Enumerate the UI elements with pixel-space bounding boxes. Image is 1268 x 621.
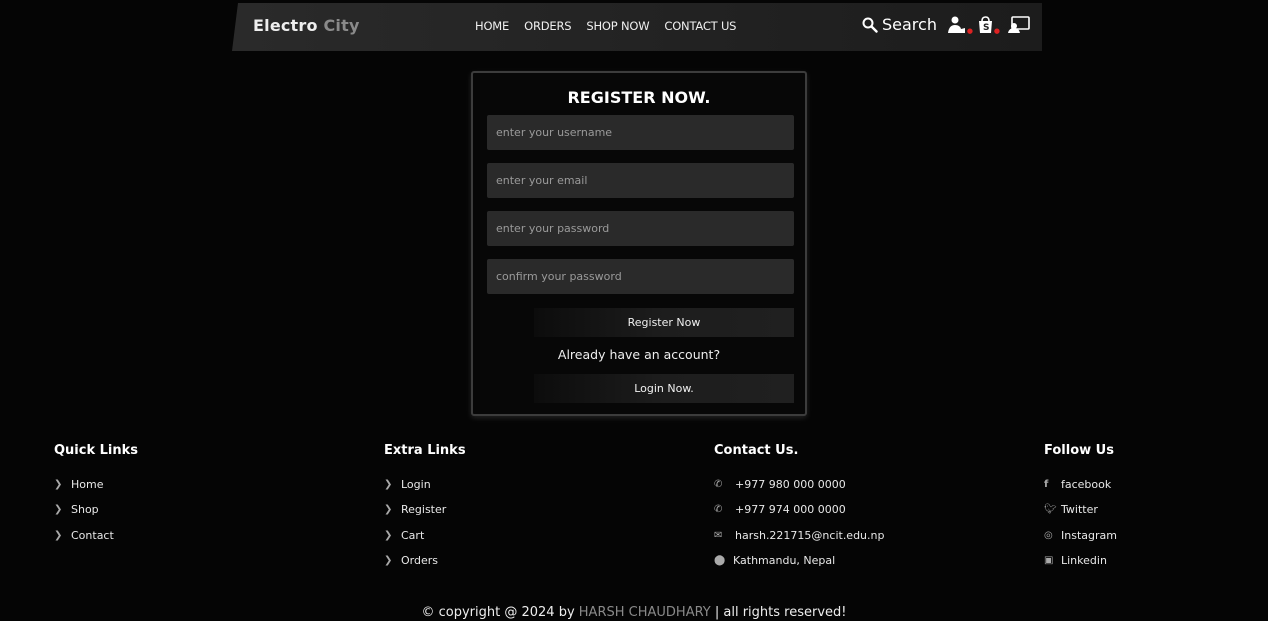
link-label: Cart bbox=[401, 528, 425, 542]
chevron-right-icon: ❯ bbox=[384, 479, 393, 491]
search-button[interactable]: Search bbox=[862, 15, 937, 34]
password-input[interactable] bbox=[487, 211, 794, 246]
phone-icon: ✆ bbox=[714, 504, 723, 516]
link-label: Home bbox=[71, 478, 104, 492]
logo-accent: City bbox=[323, 16, 360, 35]
header: Electro City HOME ORDERS SHOP NOW CONTAC… bbox=[232, 3, 1042, 51]
footer-extra-links: Extra Links ❯ Login ❯ Register ❯ Cart ❯ Orde… bbox=[384, 443, 466, 573]
main-nav: HOME ORDERS SHOP NOW CONTACT US bbox=[475, 19, 736, 33]
contact-phone-1[interactable]: ✆ +977 980 000 0000 bbox=[714, 472, 884, 497]
contact-location: ⬤ Kathmandu, Nepal bbox=[714, 548, 884, 573]
social-twitter[interactable]: 🐦︎ Twitter bbox=[1044, 497, 1117, 522]
copyright: © copyright @ 2024 by HARSH CHAUDHARY | … bbox=[0, 605, 1268, 620]
register-form: REGISTER NOW. Register Now Already have … bbox=[471, 71, 807, 416]
wishlist-icon bbox=[947, 16, 965, 33]
social-facebook[interactable]: f facebook bbox=[1044, 472, 1117, 497]
nav-home[interactable]: HOME bbox=[475, 19, 509, 33]
user-button[interactable] bbox=[1007, 15, 1030, 34]
extra-links-title: Extra Links bbox=[384, 443, 466, 458]
link-label: Shop bbox=[71, 503, 99, 517]
phone-icon: ✆ bbox=[714, 479, 723, 491]
already-account-text: Already have an account? bbox=[557, 347, 721, 362]
contact-value: +977 974 000 0000 bbox=[735, 503, 846, 517]
social-label: Linkedin bbox=[1061, 554, 1107, 568]
chevron-right-icon: ❯ bbox=[54, 479, 63, 491]
chevron-right-icon: ❯ bbox=[384, 504, 393, 516]
contact-title: Contact Us. bbox=[714, 443, 799, 458]
header-icons: Search ● S ● bbox=[862, 15, 1030, 35]
quick-links-title: Quick Links bbox=[54, 443, 139, 458]
chevron-right-icon: ❯ bbox=[54, 504, 63, 516]
copyright-suffix: | all rights reserved! bbox=[714, 605, 847, 620]
email-input[interactable] bbox=[487, 163, 794, 198]
social-label: facebook bbox=[1061, 478, 1112, 492]
social-instagram[interactable]: ◎ Instagram bbox=[1044, 523, 1117, 548]
login-button[interactable]: Login Now. bbox=[534, 374, 794, 403]
twitter-icon: 🐦︎ bbox=[1044, 504, 1057, 516]
search-label: Search bbox=[882, 15, 937, 34]
logo[interactable]: Electro City bbox=[253, 16, 360, 35]
footer-link-login[interactable]: ❯ Login bbox=[384, 472, 466, 497]
search-icon bbox=[862, 17, 878, 33]
link-label: Contact bbox=[71, 528, 114, 542]
social-label: Instagram bbox=[1061, 528, 1117, 542]
social-linkedin[interactable]: ▣ Linkedin bbox=[1044, 548, 1117, 573]
nav-shop-now[interactable]: SHOP NOW bbox=[586, 19, 649, 33]
link-label: Register bbox=[401, 503, 447, 517]
nav-contact-us[interactable]: CONTACT US bbox=[664, 19, 736, 33]
instagram-icon: ◎ bbox=[1044, 529, 1053, 541]
follow-title: Follow Us bbox=[1044, 443, 1114, 458]
map-pin-icon: ⬤ bbox=[714, 555, 726, 567]
chevron-right-icon: ❯ bbox=[384, 555, 393, 567]
cart-icon: S bbox=[978, 15, 992, 33]
user-icon bbox=[1007, 15, 1030, 33]
form-title: REGISTER NOW. bbox=[567, 88, 711, 107]
footer-link-shop[interactable]: ❯ Shop bbox=[54, 497, 138, 522]
contact-email[interactable]: ✉ harsh.221715@ncit.edu.np bbox=[714, 523, 884, 548]
footer-link-home[interactable]: ❯ Home bbox=[54, 472, 138, 497]
footer-link-contact[interactable]: ❯ Contact bbox=[54, 523, 138, 548]
copyright-prefix: © copyright @ 2024 by bbox=[421, 605, 575, 620]
footer-contact: Contact Us. ✆ +977 980 000 0000 ✆ +977 974… bbox=[714, 443, 884, 573]
footer-link-orders[interactable]: ❯ Orders bbox=[384, 548, 466, 573]
chevron-right-icon: ❯ bbox=[384, 529, 393, 541]
footer-quick-links: Quick Links ❯ Home ❯ Shop ❯ Contact bbox=[54, 443, 138, 548]
link-label: Orders bbox=[401, 554, 438, 568]
contact-value: Kathmandu, Nepal bbox=[733, 554, 836, 568]
envelope-icon: ✉ bbox=[714, 529, 723, 541]
register-button[interactable]: Register Now bbox=[534, 308, 794, 337]
cart-badge-icon: ● bbox=[993, 26, 1000, 35]
link-label: Login bbox=[401, 478, 431, 492]
contact-phone-2[interactable]: ✆ +977 974 000 0000 bbox=[714, 497, 884, 522]
svg-text:S: S bbox=[983, 23, 989, 33]
username-input[interactable] bbox=[487, 115, 794, 150]
footer-link-cart[interactable]: ❯ Cart bbox=[384, 523, 466, 548]
contact-value: +977 980 000 0000 bbox=[735, 478, 846, 492]
footer-follow: Follow Us f facebook 🐦︎ Twitter ◎ Instagram… bbox=[1044, 443, 1117, 573]
cart-button[interactable]: S ● bbox=[977, 15, 1000, 35]
social-label: Twitter bbox=[1061, 503, 1098, 517]
copyright-name: HARSH CHAUDHARY bbox=[578, 605, 711, 620]
confirm-password-input[interactable] bbox=[487, 259, 794, 294]
facebook-icon: f bbox=[1044, 479, 1049, 491]
linkedin-icon: ▣ bbox=[1044, 555, 1054, 567]
chevron-right-icon: ❯ bbox=[54, 529, 63, 541]
nav-orders[interactable]: ORDERS bbox=[524, 19, 571, 33]
footer-link-register[interactable]: ❯ Register bbox=[384, 497, 466, 522]
wishlist-button[interactable]: ● bbox=[947, 16, 973, 35]
logo-main: Electro bbox=[253, 16, 318, 35]
contact-value: harsh.221715@ncit.edu.np bbox=[735, 528, 885, 542]
wishlist-badge-icon: ● bbox=[966, 26, 973, 35]
